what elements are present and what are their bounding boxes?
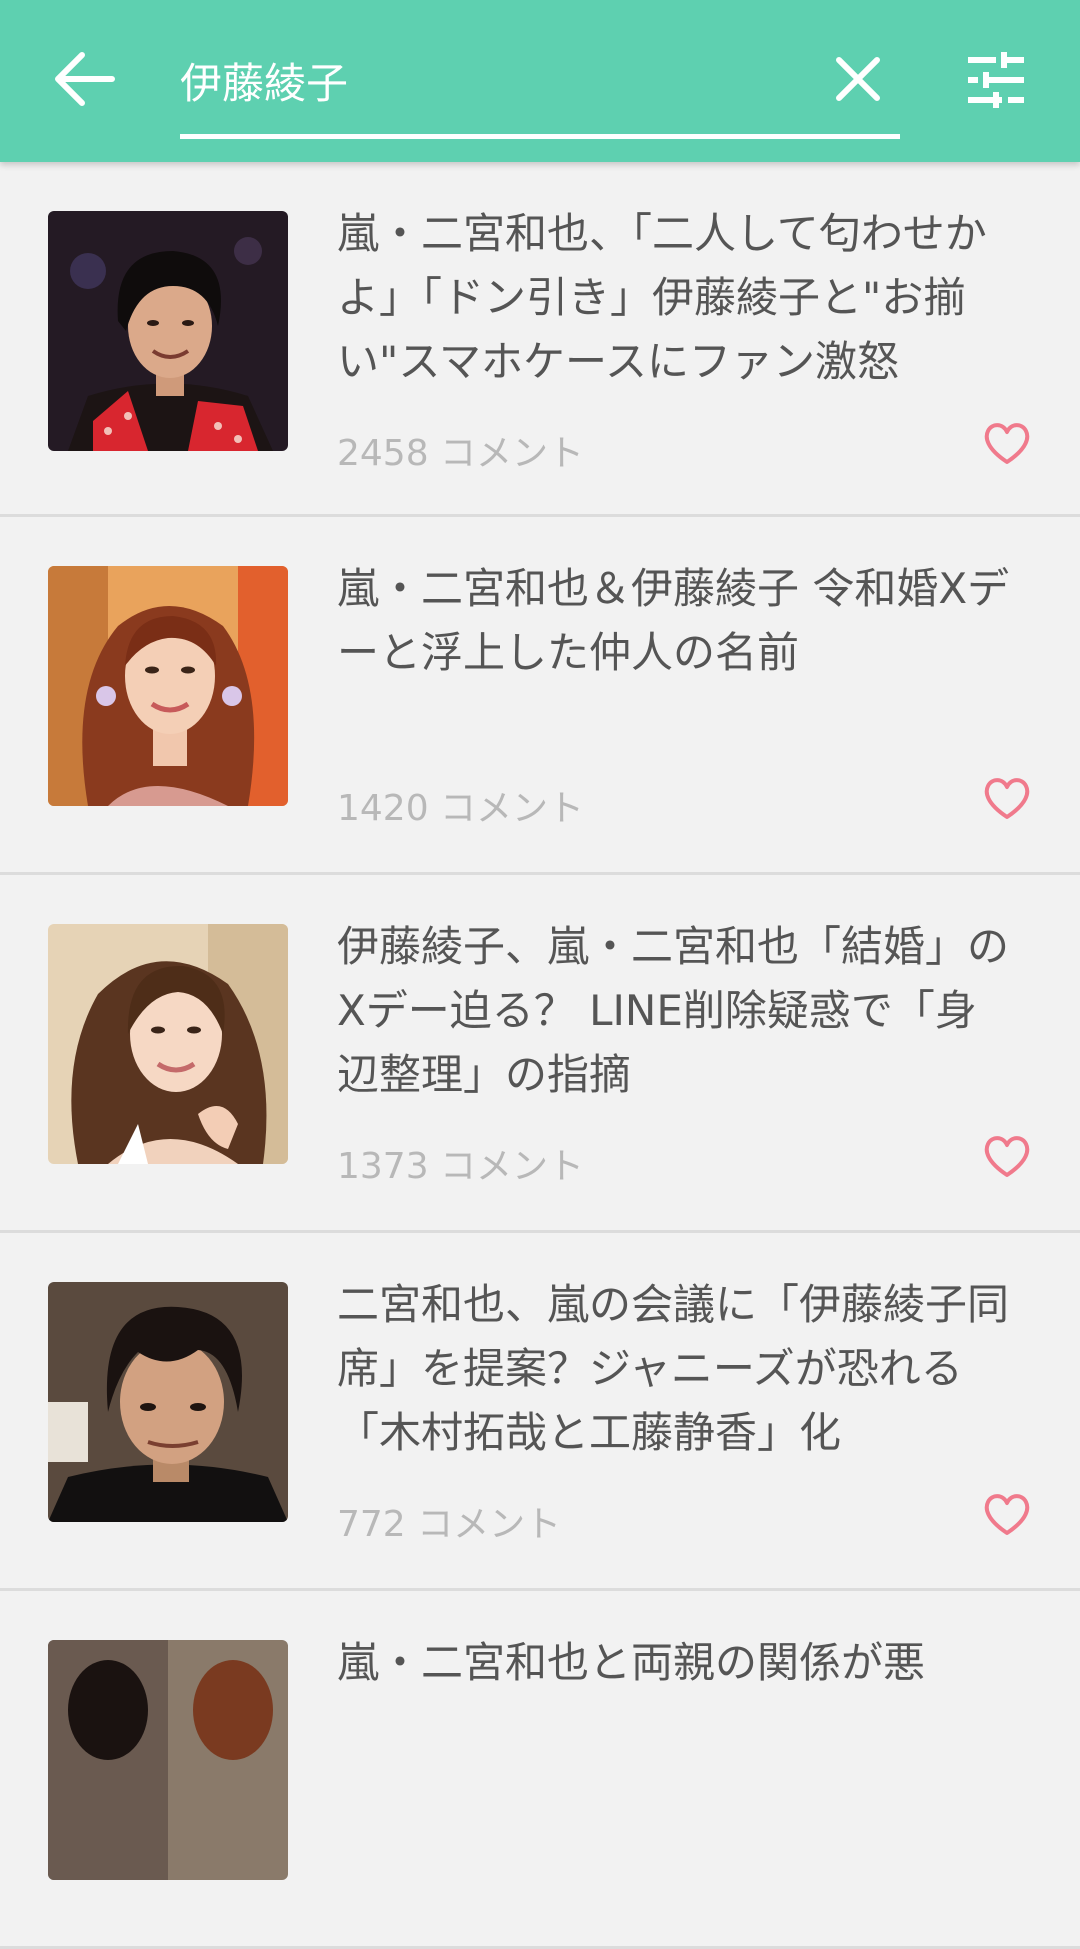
- like-button[interactable]: [982, 1133, 1032, 1179]
- comment-count: 2458 コメント: [337, 433, 585, 474]
- list-item[interactable]: 二宮和也、嵐の会議に「伊藤綾子同席」を提案？ジャニーズが恐れる「木村拓哉と工藤静…: [0, 1233, 1080, 1591]
- heart-outline-icon: [984, 778, 1030, 819]
- article-title[interactable]: 伊藤綾子、嵐・二宮和也「結婚」のXデー迫る？ LINE削除疑惑で「身辺整理」の指…: [337, 915, 1017, 1107]
- article-thumbnail: [48, 924, 288, 1164]
- heart-outline-icon: [984, 1494, 1030, 1535]
- list-item[interactable]: 伊藤綾子、嵐・二宮和也「結婚」のXデー迫る？ LINE削除疑惑で「身辺整理」の指…: [0, 875, 1080, 1233]
- list-item[interactable]: 嵐・二宮和也と両親の関係が悪: [0, 1591, 1080, 1949]
- list-item[interactable]: 嵐・二宮和也、「二人して匂わせかよ」「ドン引き」伊藤綾子と"お揃い"スマホケース…: [0, 162, 1080, 517]
- heart-outline-icon: [984, 423, 1030, 464]
- comment-count: 772 コメント: [337, 1504, 562, 1545]
- heart-outline-icon: [984, 1136, 1030, 1177]
- article-title[interactable]: 二宮和也、嵐の会議に「伊藤綾子同席」を提案？ジャニーズが恐れる「木村拓哉と工藤静…: [337, 1273, 1017, 1465]
- like-button[interactable]: [982, 420, 1032, 466]
- article-title[interactable]: 嵐・二宮和也＆伊藤綾子 令和婚Xデーと浮上した仲人の名前: [337, 557, 1017, 685]
- top-app-bar: [0, 0, 1080, 162]
- search-input[interactable]: [180, 50, 780, 110]
- sliders-icon: [968, 52, 1024, 108]
- like-button[interactable]: [982, 1491, 1032, 1537]
- article-thumbnail: [48, 1282, 288, 1522]
- list-item[interactable]: 嵐・二宮和也＆伊藤綾子 令和婚Xデーと浮上した仲人の名前 1420 コメント: [0, 517, 1080, 875]
- clear-search-button[interactable]: [833, 54, 883, 104]
- like-button[interactable]: [982, 775, 1032, 821]
- filter-button[interactable]: [966, 50, 1026, 110]
- article-thumbnail: [48, 1640, 288, 1880]
- article-title[interactable]: 嵐・二宮和也、「二人して匂わせかよ」「ドン引き」伊藤綾子と"お揃い"スマホケース…: [337, 202, 1017, 394]
- article-thumbnail: [48, 566, 288, 806]
- comment-count: 1373 コメント: [337, 1146, 585, 1187]
- back-button[interactable]: [52, 50, 118, 108]
- article-thumbnail: [48, 211, 288, 451]
- search-underline: [180, 134, 900, 139]
- search-field: [180, 40, 900, 140]
- arrow-left-icon: [55, 52, 115, 106]
- article-list: 嵐・二宮和也、「二人して匂わせかよ」「ドン引き」伊藤綾子と"お揃い"スマホケース…: [0, 162, 1080, 1949]
- comment-count: 1420 コメント: [337, 788, 585, 829]
- close-icon: [836, 57, 880, 101]
- article-title[interactable]: 嵐・二宮和也と両親の関係が悪: [337, 1631, 1017, 1695]
